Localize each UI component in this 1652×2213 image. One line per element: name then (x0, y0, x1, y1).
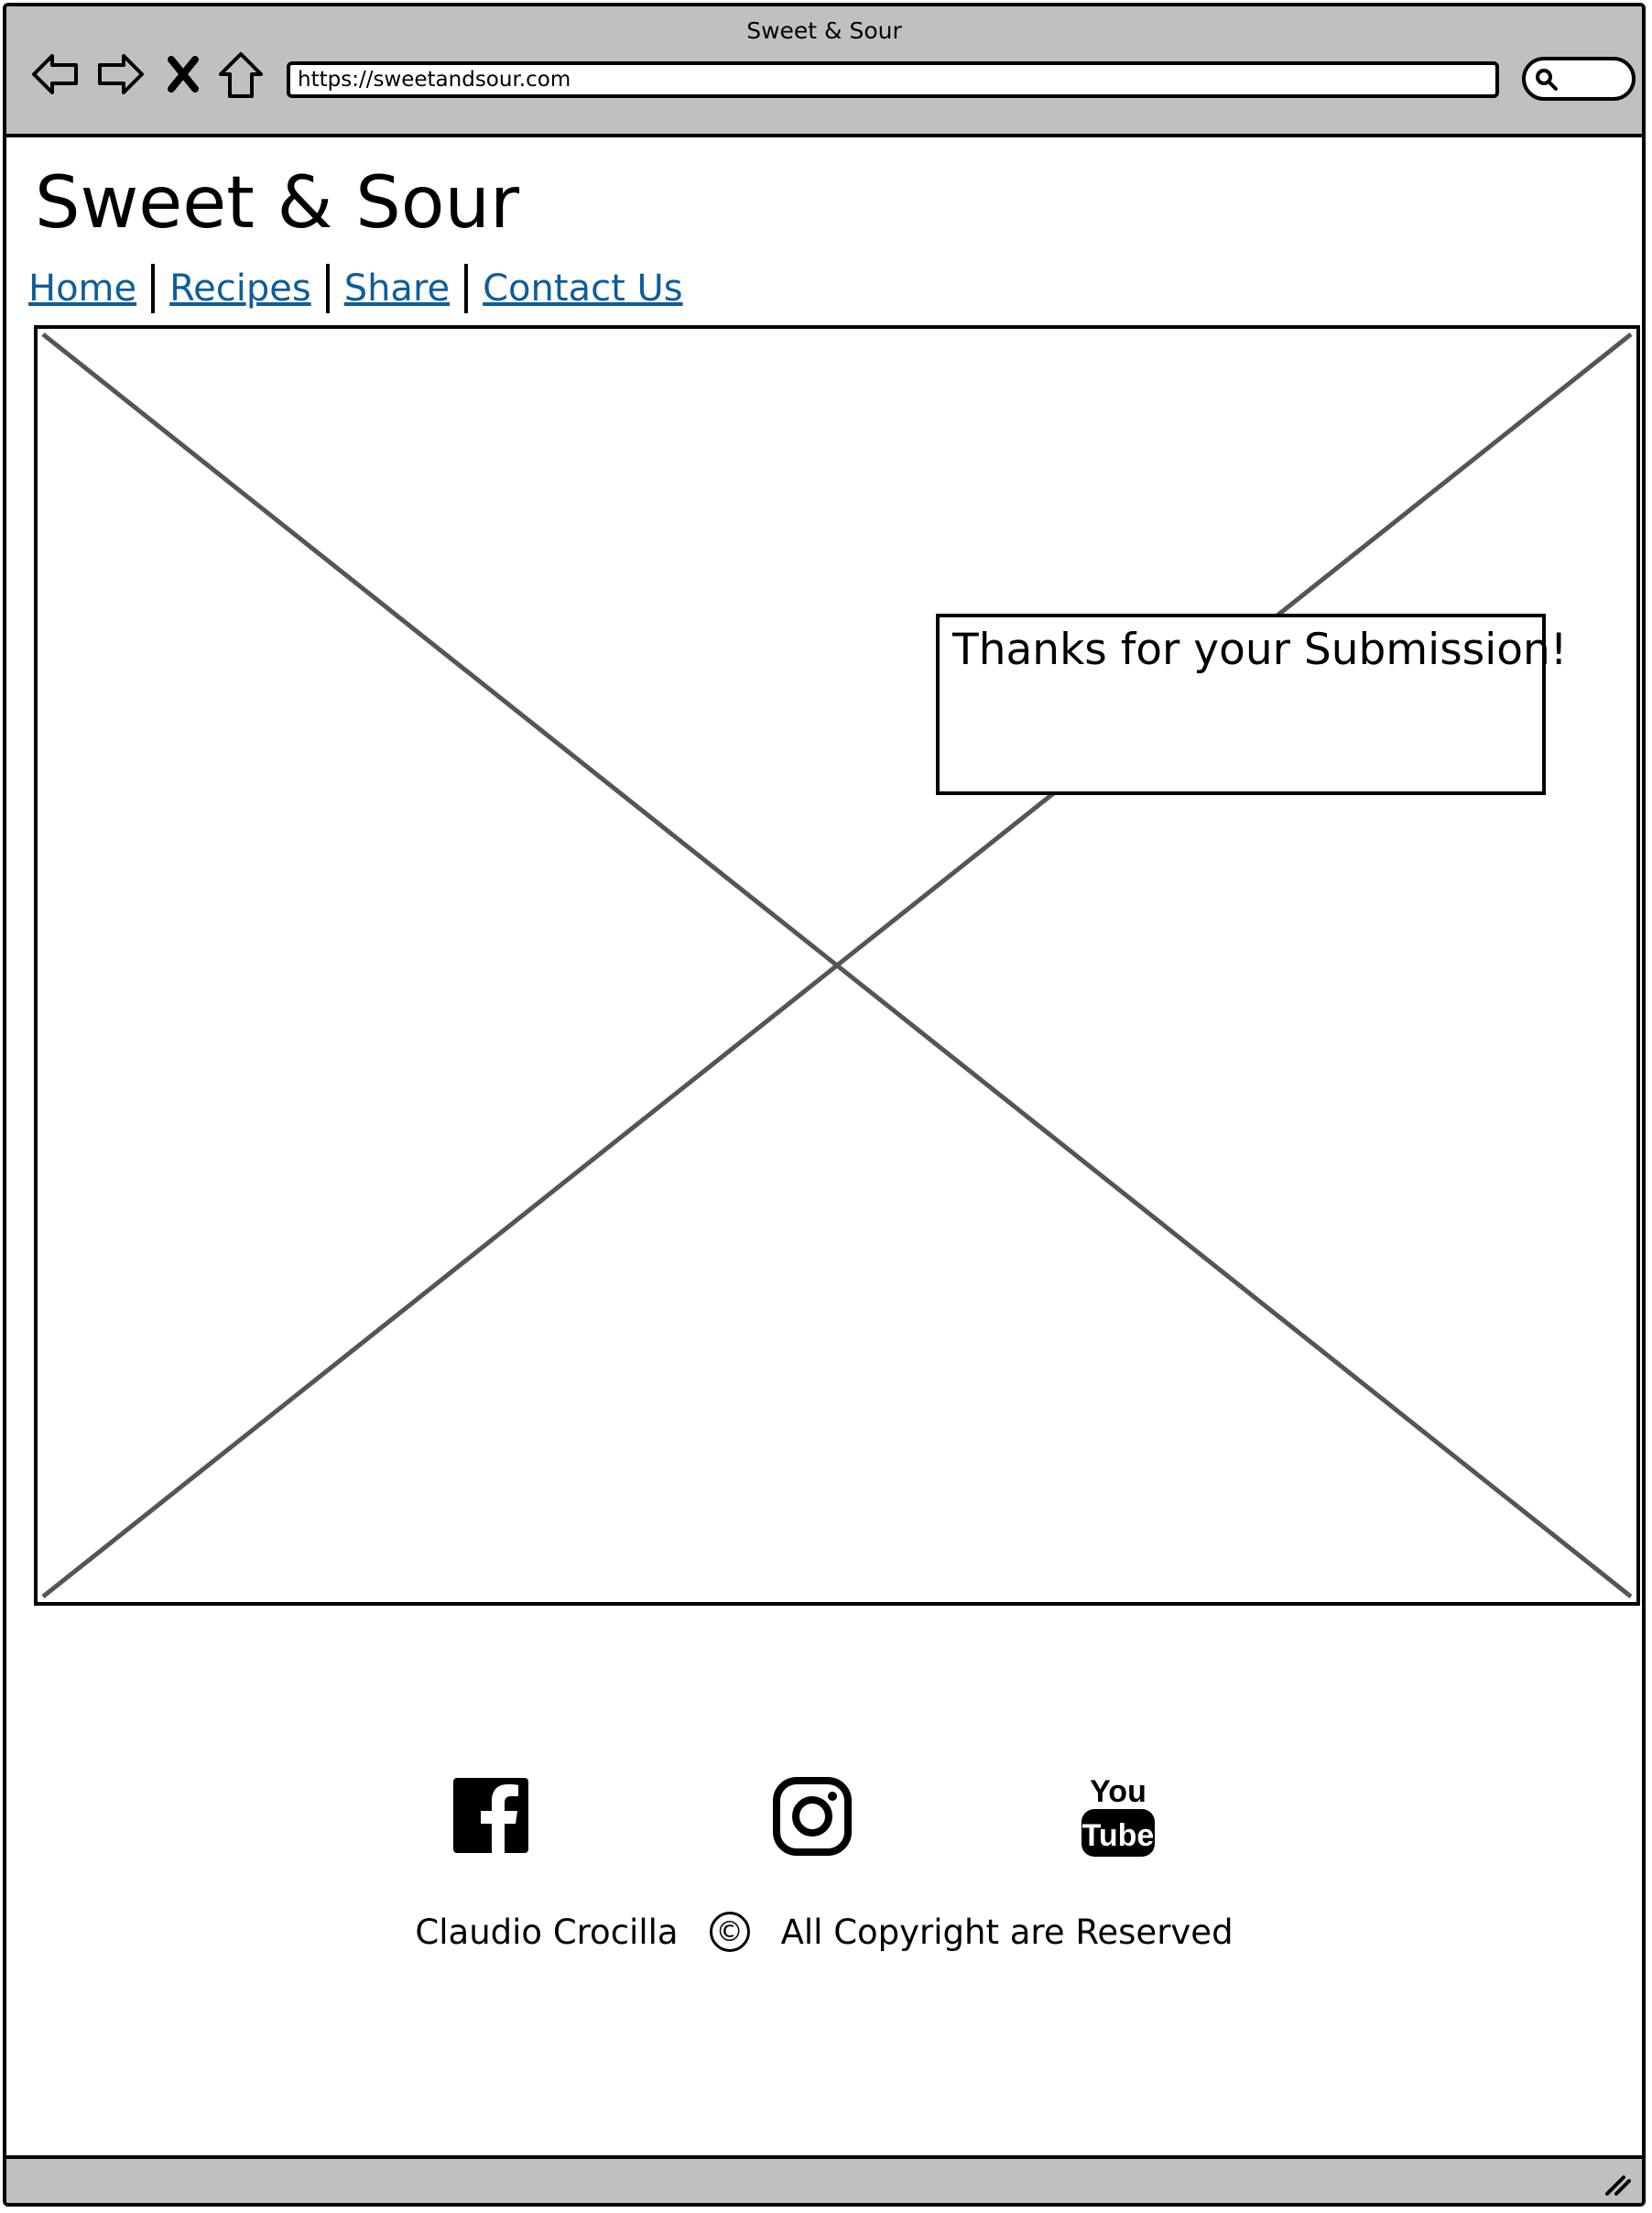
nav-link-contact-us[interactable]: Contact Us (483, 267, 682, 310)
nav-link-share[interactable]: Share (344, 267, 450, 310)
nav-link-recipes[interactable]: Recipes (169, 267, 311, 310)
submission-confirmation-box: Thanks for your Submission! (936, 614, 1568, 795)
nav-divider (325, 264, 330, 313)
close-x-icon[interactable] (162, 47, 204, 102)
home-icon[interactable] (213, 47, 268, 102)
window-title: Sweet & Sour (746, 17, 902, 44)
nav-divider (464, 264, 469, 313)
nav-link-home[interactable]: Home (28, 267, 136, 310)
footer-rights: All Copyright are Reserved (780, 1912, 1234, 1952)
footer: Claudio Crocilla © All Copyright are Res… (6, 1904, 1642, 1959)
browser-search-box[interactable] (1522, 57, 1636, 101)
copyright-icon: © (709, 1912, 750, 1952)
browser-titlebar: Sweet & Sour https://sweetandsour.com (6, 6, 1642, 137)
footer-author: Claudio Crocilla (415, 1912, 679, 1952)
placeholder-cross (41, 332, 1633, 1598)
url-bar[interactable]: https://sweetandsour.com (287, 61, 1499, 98)
youtube-icon[interactable]: You Tube (1072, 1765, 1164, 1866)
svg-text:Tube: Tube (1082, 1818, 1155, 1853)
main-nav: Home Recipes Share Contact Us (28, 261, 683, 316)
search-icon (1536, 69, 1558, 91)
nav-divider (151, 264, 156, 313)
resize-grip-icon[interactable] (1602, 2166, 1633, 2197)
forward-arrow-icon[interactable] (92, 47, 147, 102)
site-title: Sweet & Sour (35, 162, 520, 245)
browser-statusbar (6, 2155, 1642, 2203)
facebook-icon[interactable] (446, 1765, 538, 1866)
submission-message: Thanks for your Submission! (952, 625, 1568, 675)
browser-window: Sweet & Sour https://sweetandsour.com Sw… (3, 3, 1646, 2207)
svg-text:You: You (1090, 1774, 1147, 1809)
back-arrow-icon[interactable] (28, 47, 83, 102)
hero-image-placeholder (34, 325, 1640, 1606)
instagram-icon[interactable] (766, 1765, 858, 1866)
